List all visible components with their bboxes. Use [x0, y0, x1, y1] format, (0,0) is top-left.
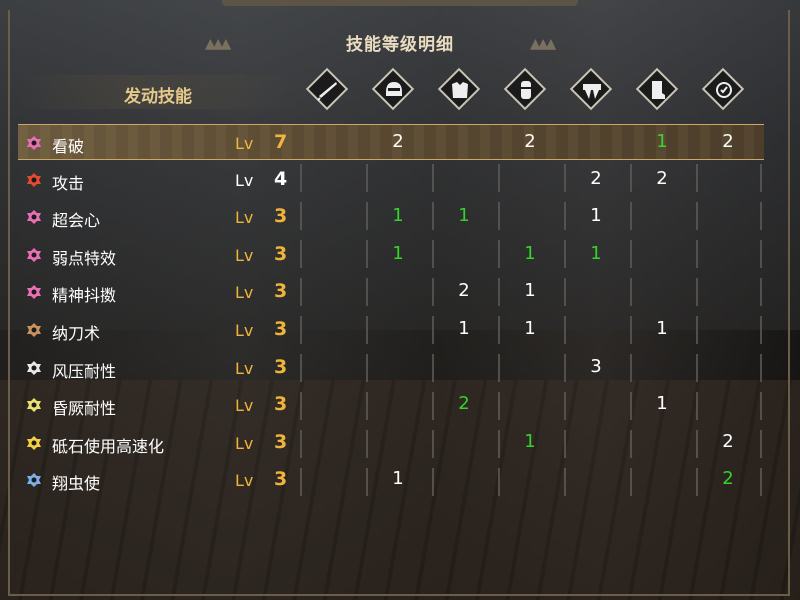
- level-label: Lv: [235, 283, 254, 303]
- skill-level: 3: [274, 205, 288, 228]
- skill-row[interactable]: 弱点特效 Lv 3 1 1 1: [18, 237, 764, 273]
- chest-armor-icon: [437, 67, 481, 111]
- slot-points-cell: 2: [722, 468, 734, 490]
- skill-icon: [26, 397, 42, 413]
- skill-name: 风压耐性: [52, 361, 117, 381]
- skill-icon: [26, 284, 42, 300]
- skill-level: 3: [274, 355, 288, 378]
- level-label: Lv: [235, 358, 254, 378]
- skill-icon: [26, 472, 42, 488]
- skill-row[interactable]: 翔虫使 Lv 3 1 2: [18, 462, 764, 498]
- skill-icon: [26, 172, 42, 188]
- slot-points-cell: 2: [656, 167, 668, 189]
- slot-points-cell: 1: [392, 205, 404, 227]
- skill-row[interactable]: 纳刀术 Lv 3 1 1 1: [18, 312, 764, 348]
- slot-points-cell: 1: [524, 242, 536, 264]
- level-label: Lv: [235, 433, 254, 453]
- slot-points-cell: 2: [392, 131, 404, 152]
- skill-icon: [26, 360, 42, 376]
- slot-points-cell: 1: [656, 131, 668, 152]
- skill-name: 砥石使用高速化: [52, 436, 165, 456]
- slot-points-cell: 1: [392, 468, 404, 490]
- skill-row[interactable]: 精神抖擞 Lv 3 2 1: [18, 274, 764, 310]
- skill-row[interactable]: 风压耐性 Lv 3 3: [18, 350, 764, 386]
- panel-frame-top: [222, 0, 578, 6]
- skill-name: 看破: [52, 137, 85, 156]
- skill-level: 3: [274, 393, 288, 416]
- title-ornament-left: ▲▲▲: [205, 36, 231, 52]
- skill-icon: [26, 247, 42, 263]
- slot-points-cell: 2: [458, 393, 470, 415]
- skill-name: 弱点特效: [52, 248, 117, 268]
- skill-row[interactable]: 昏厥耐性 Lv 3 2 1: [18, 387, 764, 423]
- level-label: Lv: [235, 396, 254, 416]
- active-skills-header: 发动技能: [124, 87, 192, 107]
- slot-points-cell: 1: [656, 318, 668, 339]
- skill-level: 3: [274, 318, 288, 340]
- skill-name: 纳刀术: [52, 324, 101, 343]
- slot-points-cell: 2: [722, 131, 734, 152]
- page-title: 技能等级明细: [346, 35, 454, 55]
- skill-row[interactable]: 超会心 Lv 3 1 1 1: [18, 199, 764, 235]
- title-ornament-right: ▲▲▲: [530, 36, 556, 52]
- slot-points-cell: 2: [524, 131, 536, 152]
- skill-level: 7: [274, 131, 288, 153]
- skill-name: 攻击: [52, 173, 85, 193]
- slot-points-cell: 3: [590, 355, 602, 377]
- slot-points-cell: 2: [458, 280, 470, 302]
- skill-row[interactable]: 砥石使用高速化 Lv 3 1 2: [18, 425, 764, 461]
- skill-level: 3: [274, 468, 288, 491]
- skill-name: 超会心: [52, 211, 101, 231]
- level-label: Lv: [235, 134, 254, 153]
- skill-icon: [26, 322, 42, 338]
- arm-armor-icon: [503, 67, 547, 111]
- skill-name: 翔虫使: [52, 474, 101, 494]
- level-label: Lv: [235, 208, 254, 228]
- weapon-icon: [305, 67, 349, 111]
- slot-points-cell: 1: [458, 318, 470, 339]
- waist-armor-icon: [569, 67, 613, 111]
- talisman-icon: [701, 67, 745, 111]
- level-label: Lv: [235, 321, 254, 340]
- helmet-icon: [371, 67, 415, 111]
- skill-name: 昏厥耐性: [52, 399, 117, 419]
- skill-level: 3: [274, 280, 288, 303]
- slot-points-cell: 2: [590, 167, 602, 189]
- level-label: Lv: [235, 245, 254, 265]
- level-label: Lv: [235, 471, 254, 491]
- slot-points-cell: 1: [458, 205, 470, 227]
- skill-level: 3: [274, 242, 288, 265]
- slot-points-cell: 1: [524, 318, 536, 339]
- skill-row[interactable]: 看破 Lv 7 2 2 1 2: [18, 124, 764, 160]
- level-label: Lv: [235, 170, 254, 190]
- skill-icon: [26, 209, 42, 225]
- skill-level: 4: [274, 167, 288, 190]
- slot-points-cell: 1: [524, 430, 536, 452]
- skill-name: 精神抖擞: [52, 286, 117, 306]
- slot-points-cell: 1: [590, 205, 602, 227]
- slot-points-cell: 1: [392, 242, 404, 264]
- leg-armor-icon: [635, 67, 679, 111]
- slot-points-cell: 2: [722, 430, 734, 452]
- slot-points-cell: 1: [524, 280, 536, 302]
- skill-row[interactable]: 攻击 Lv 4 2 2: [18, 162, 764, 198]
- slot-points-cell: 1: [656, 393, 668, 415]
- slot-points-cell: 1: [590, 242, 602, 264]
- skill-icon: [26, 435, 42, 451]
- skill-level: 3: [274, 430, 288, 453]
- skill-icon: [26, 135, 42, 151]
